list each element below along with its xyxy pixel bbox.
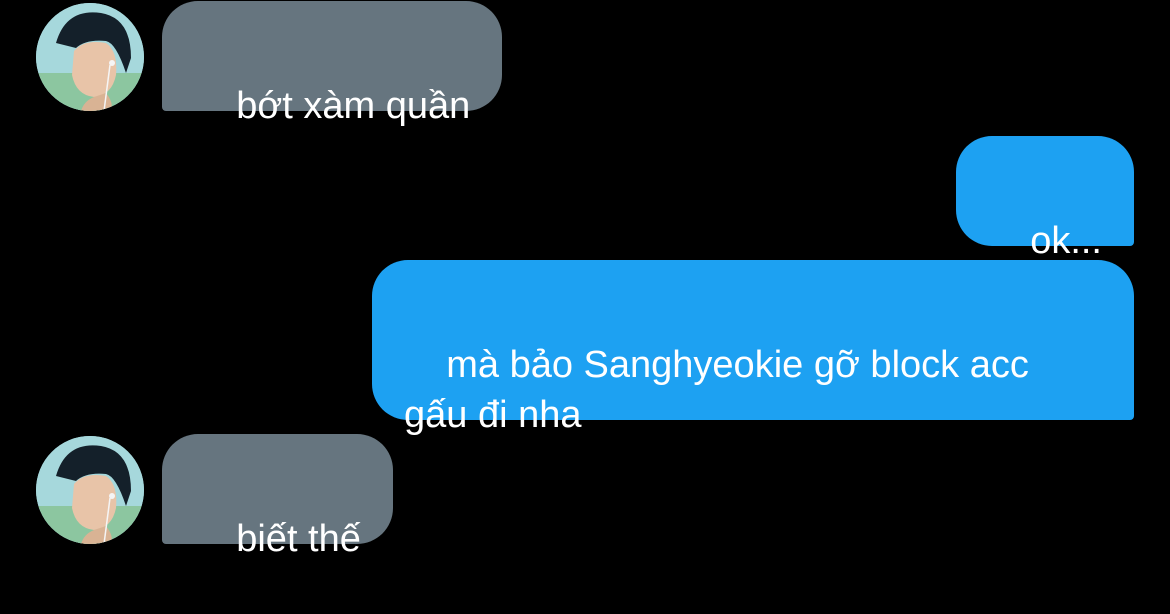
message-text: bớt xàm quần bbox=[236, 85, 471, 127]
message-text: biết thế bbox=[236, 518, 361, 560]
avatar[interactable] bbox=[36, 3, 144, 111]
profile-photo-icon bbox=[36, 3, 144, 111]
avatar[interactable] bbox=[36, 436, 144, 544]
incoming-message-bubble[interactable]: biết thế bbox=[162, 434, 393, 560]
message-text: ok... bbox=[1030, 220, 1102, 262]
incoming-message-bubble[interactable]: bớt xàm quần bbox=[162, 1, 503, 127]
outgoing-message-bubble[interactable]: ok... bbox=[955, 136, 1134, 262]
outgoing-message-bubble[interactable]: mà bảo Sanghyeokie gỡ block acc gấu đi n… bbox=[372, 260, 1134, 436]
profile-photo-icon bbox=[36, 436, 144, 544]
message-text: mà bảo Sanghyeokie gỡ block acc gấu đi n… bbox=[404, 344, 1029, 436]
